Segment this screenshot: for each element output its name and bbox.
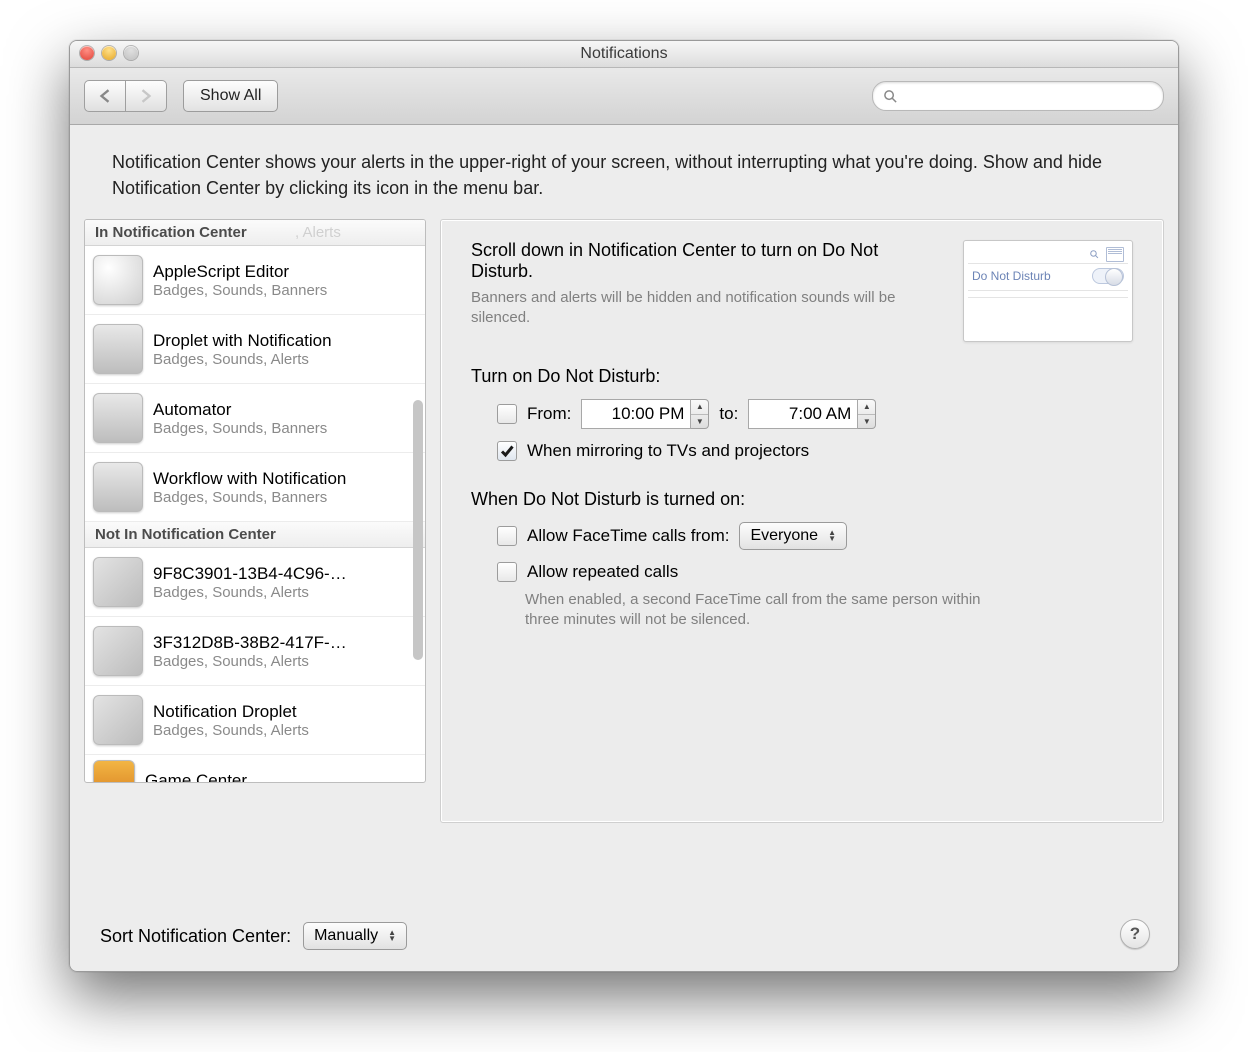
list-item[interactable]: 9F8C3901-13B4-4C96-… Badges, Sounds, Ale… — [85, 548, 425, 617]
search-field[interactable] — [872, 81, 1164, 111]
facetime-from-popup[interactable]: Everyone ▲▼ — [739, 522, 847, 550]
window-title: Notifications — [580, 45, 667, 62]
apps-list[interactable]: In Notification Center , Alerts AppleScr… — [84, 219, 426, 783]
popup-arrows-icon: ▲▼ — [388, 930, 396, 942]
app-name: Workflow with Notification — [153, 469, 346, 489]
list-item[interactable]: Workflow with Notification Badges, Sound… — [85, 453, 425, 522]
app-name: Game Center — [145, 771, 247, 782]
app-icon — [93, 462, 143, 512]
app-name: AppleScript Editor — [153, 262, 327, 282]
mirror-label: When mirroring to TVs and projectors — [527, 441, 809, 461]
list-item[interactable]: Droplet with Notification Badges, Sounds… — [85, 315, 425, 384]
chevron-left-icon — [99, 89, 111, 103]
dnd-settings-panel: Scroll down in Notification Center to tu… — [440, 219, 1164, 823]
app-icon — [93, 695, 143, 745]
popup-arrows-icon: ▲▼ — [828, 530, 836, 542]
search-icon — [883, 89, 898, 104]
list-item[interactable]: Game Center — [85, 755, 425, 782]
scrollbar-thumb[interactable] — [413, 400, 423, 660]
app-name: Automator — [153, 400, 327, 420]
app-icon — [93, 255, 143, 305]
close-icon[interactable] — [80, 46, 94, 60]
sort-label: Sort Notification Center: — [100, 926, 291, 947]
chevron-down-icon: ▼ — [858, 415, 875, 429]
traffic-lights — [80, 46, 138, 60]
allow-repeated-label: Allow repeated calls — [527, 562, 678, 582]
app-icon — [93, 626, 143, 676]
search-input[interactable] — [904, 87, 1153, 105]
app-icon — [93, 760, 135, 782]
app-sub: Badges, Sounds, Alerts — [153, 722, 309, 739]
question-icon: ? — [1130, 924, 1140, 944]
app-sub: Badges, Sounds, Alerts — [153, 584, 347, 601]
toolbar: Show All — [70, 68, 1178, 125]
search-icon — [1089, 249, 1100, 260]
app-icon — [93, 557, 143, 607]
section-header-faded: , Alerts — [295, 224, 341, 241]
dnd-scroll-heading: Scroll down in Notification Center to tu… — [471, 240, 937, 282]
forward-button[interactable] — [126, 80, 167, 112]
app-sub: Badges, Sounds, Banners — [153, 489, 346, 506]
from-label: From: — [527, 404, 571, 424]
chevron-down-icon: ▼ — [691, 415, 708, 429]
app-sub: Badges, Sounds, Alerts — [153, 653, 347, 670]
section-header-in-label: In Notification Center — [95, 224, 247, 241]
allow-facetime-label: Allow FaceTime calls from: — [527, 526, 729, 546]
mini-dnd-label: Do Not Disturb — [972, 269, 1051, 283]
when-on-label: When Do Not Disturb is turned on: — [471, 489, 1133, 510]
app-sub: Badges, Sounds, Banners — [153, 420, 327, 437]
list-icon — [1106, 247, 1124, 262]
list-item[interactable]: Notification Droplet Badges, Sounds, Ale… — [85, 686, 425, 755]
section-header-out-label: Not In Notification Center — [95, 526, 276, 543]
app-sub: Badges, Sounds, Banners — [153, 282, 327, 299]
dnd-scroll-sub: Banners and alerts will be hidden and no… — [471, 288, 937, 329]
section-header-out: Not In Notification Center — [85, 522, 425, 548]
pane-description: Notification Center shows your alerts in… — [70, 125, 1178, 219]
app-name: Notification Droplet — [153, 702, 309, 722]
back-button[interactable] — [84, 80, 126, 112]
to-stepper[interactable]: ▲▼ — [858, 399, 876, 429]
dnd-toggle-icon — [1092, 268, 1124, 284]
repeated-hint: When enabled, a second FaceTime call fro… — [525, 590, 1005, 631]
turn-on-label: Turn on Do Not Disturb: — [471, 366, 1133, 387]
facetime-from-value: Everyone — [750, 527, 818, 545]
list-item[interactable]: 3F312D8B-38B2-417F-… Badges, Sounds, Ale… — [85, 617, 425, 686]
mirror-checkbox[interactable] — [497, 441, 517, 461]
chevron-up-icon: ▲ — [691, 400, 708, 415]
footer: Sort Notification Center: Manually ▲▼ ? — [70, 901, 1178, 971]
app-name: 3F312D8B-38B2-417F-… — [153, 633, 347, 653]
checkmark-icon — [499, 443, 515, 459]
from-stepper[interactable]: ▲▼ — [691, 399, 709, 429]
sort-popup[interactable]: Manually ▲▼ — [303, 922, 407, 950]
sort-value: Manually — [314, 927, 378, 945]
show-all-button[interactable]: Show All — [183, 80, 278, 112]
to-label: to: — [719, 404, 738, 424]
app-icon — [93, 393, 143, 443]
help-button[interactable]: ? — [1120, 919, 1150, 949]
titlebar[interactable]: Notifications — [70, 41, 1178, 68]
chevron-up-icon: ▲ — [858, 400, 875, 415]
app-sub: Badges, Sounds, Alerts — [153, 351, 332, 368]
list-item[interactable]: Automator Badges, Sounds, Banners — [85, 384, 425, 453]
minimize-icon[interactable] — [102, 46, 116, 60]
preferences-window: Notifications Show All Notification Cent… — [69, 40, 1179, 972]
app-name: Droplet with Notification — [153, 331, 332, 351]
section-header-in: In Notification Center , Alerts — [85, 220, 425, 246]
allow-repeated-checkbox[interactable] — [497, 562, 517, 582]
zoom-icon[interactable] — [124, 46, 138, 60]
dnd-preview-icon: Do Not Disturb — [963, 240, 1133, 342]
allow-facetime-checkbox[interactable] — [497, 526, 517, 546]
app-name: 9F8C3901-13B4-4C96-… — [153, 564, 347, 584]
chevron-right-icon — [140, 89, 152, 103]
nav-segment — [84, 80, 167, 112]
app-icon — [93, 324, 143, 374]
to-time-field[interactable]: 7:00 AM — [748, 399, 858, 429]
from-checkbox[interactable] — [497, 404, 517, 424]
from-time-field[interactable]: 10:00 PM — [581, 399, 691, 429]
list-item[interactable]: AppleScript Editor Badges, Sounds, Banne… — [85, 246, 425, 315]
